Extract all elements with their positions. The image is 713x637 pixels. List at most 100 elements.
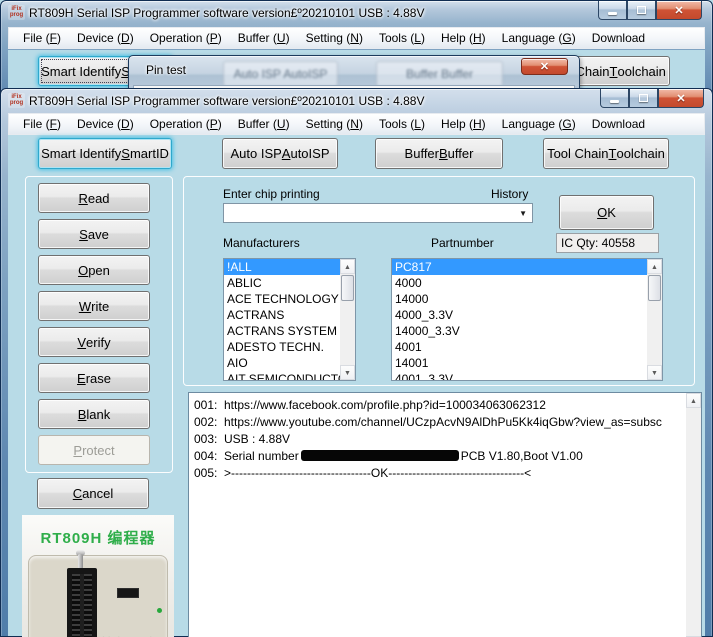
menu-item[interactable]: Help (H) bbox=[433, 114, 494, 134]
side-action-button[interactable]: Open bbox=[38, 255, 150, 285]
partnumber-items: PC817 4000 14000 4000_3.3V 14000_3.3V 4001 140… bbox=[392, 259, 647, 380]
partnumber-listbox[interactable]: PC817 4000 14000 4000_3.3V 14000_3.3V 4001 140… bbox=[391, 258, 663, 381]
buffer-button[interactable]: Buffer Buffer bbox=[375, 138, 503, 169]
zif-slot bbox=[80, 574, 84, 637]
list-item[interactable]: 14000_3.3V bbox=[392, 323, 647, 339]
menu-item[interactable]: Help (H) bbox=[433, 28, 494, 48]
menu-item[interactable]: Device (D) bbox=[69, 114, 142, 134]
list-item[interactable]: 4001 bbox=[392, 339, 647, 355]
device-photo: RT809H 编程器 Universal Programmer bbox=[22, 515, 174, 637]
log-line: 001: https://www.facebook.com/profile.php… bbox=[194, 397, 685, 414]
ok-button[interactable]: OK bbox=[559, 195, 654, 230]
log-scrollbar[interactable]: ▲ ▼ bbox=[686, 393, 701, 637]
side-action-button[interactable]: Save bbox=[38, 219, 150, 249]
scroll-up-icon[interactable]: ▲ bbox=[686, 393, 701, 408]
log-area[interactable]: 001: https://www.facebook.com/profile.php… bbox=[188, 392, 702, 637]
scroll-down-icon[interactable]: ▼ bbox=[647, 365, 662, 380]
ghost-buffer-button: Buffer Buffer bbox=[376, 61, 503, 87]
scrollbar-thumb[interactable] bbox=[341, 275, 354, 301]
list-item[interactable]: PC817 bbox=[392, 259, 647, 275]
list-item[interactable]: 14001 bbox=[392, 355, 647, 371]
history-label: History bbox=[491, 187, 529, 201]
scroll-up-icon[interactable]: ▲ bbox=[647, 259, 662, 274]
side-action-button[interactable]: Erase bbox=[38, 363, 150, 393]
list-item[interactable]: ACTRANS SYSTEM INC bbox=[224, 323, 340, 339]
side-button-group: Read Save Open Write Verify Erase Blank Protect bbox=[25, 176, 173, 473]
partnumber-label: Partnumber bbox=[431, 236, 494, 250]
list-item[interactable]: ADESTO TECHN. bbox=[224, 339, 340, 355]
manufacturers-listbox[interactable]: !ALL ABLIC ACE TECHNOLOGY ACTRANS ACTRANS SY… bbox=[223, 258, 356, 381]
menu-item[interactable]: Language (G) bbox=[494, 28, 584, 48]
list-item[interactable]: AIO bbox=[224, 355, 340, 371]
minimize-icon bbox=[608, 11, 617, 15]
app-icon-text: prog bbox=[9, 100, 24, 106]
manufacturers-label: Manufacturers bbox=[223, 236, 300, 250]
side-action-button[interactable]: Write bbox=[38, 291, 150, 321]
chevron-down-icon[interactable]: ▼ bbox=[519, 209, 527, 218]
log-line: 004: Serial number PCB V1.80,Boot V1.00 bbox=[194, 448, 685, 465]
manufacturers-scrollbar[interactable]: ▲ ▼ bbox=[340, 259, 355, 380]
menu-item[interactable]: File (F) bbox=[15, 28, 69, 48]
scroll-up-icon[interactable]: ▲ bbox=[340, 259, 355, 274]
maximize-button[interactable] bbox=[627, 1, 656, 20]
list-item[interactable]: !ALL bbox=[224, 259, 340, 275]
chip-search-combobox[interactable]: ▼ bbox=[223, 203, 533, 223]
list-item[interactable]: AIT SEMICONDUCTOR bbox=[224, 371, 340, 380]
menu-item[interactable]: Setting (N) bbox=[298, 114, 371, 134]
log-line-text: Serial number bbox=[224, 449, 299, 463]
ic-qty-field: IC Qty: 40558 bbox=[556, 233, 659, 253]
auto-isp-button[interactable]: Auto ISP AutoISP bbox=[222, 138, 338, 169]
scroll-down-icon[interactable]: ▼ bbox=[340, 365, 355, 380]
side-action-button[interactable]: Blank bbox=[38, 399, 150, 429]
smart-identify-button[interactable]: Smart Identify SmartID bbox=[38, 138, 172, 169]
window-title: RT809H Serial ISP Programmer software ve… bbox=[29, 6, 425, 20]
close-icon: ✕ bbox=[539, 61, 550, 73]
minimize-button[interactable] bbox=[600, 89, 629, 108]
programmer-device: Universal Programmer bbox=[28, 550, 168, 637]
partnumber-scrollbar[interactable]: ▲ ▼ bbox=[647, 259, 662, 380]
minimize-button[interactable] bbox=[598, 1, 627, 20]
menu-item[interactable]: Buffer (U) bbox=[230, 28, 298, 48]
list-item[interactable]: 14000 bbox=[392, 291, 647, 307]
menu-item[interactable]: Tools (L) bbox=[371, 28, 433, 48]
close-button[interactable]: ✕ bbox=[658, 89, 704, 108]
chip-printing-label: Enter chip printing bbox=[223, 187, 320, 201]
menu-item[interactable]: Operation (P) bbox=[142, 114, 230, 134]
list-item[interactable]: ABLIC bbox=[224, 275, 340, 291]
list-item[interactable]: 4000_3.3V bbox=[392, 307, 647, 323]
log-line-text: PCB V1.80,Boot V1.00 bbox=[460, 449, 583, 463]
menu-item[interactable]: File (F) bbox=[15, 114, 69, 134]
window-title: RT809H Serial ISP Programmer software ve… bbox=[29, 94, 425, 108]
log-line: 002: https://www.youtube.com/channel/UCzp… bbox=[194, 414, 685, 431]
menu-item[interactable]: Download bbox=[584, 114, 653, 134]
log-line-number: 002: bbox=[194, 415, 218, 429]
log-line-number: 003: bbox=[194, 432, 218, 446]
side-action-button[interactable]: Read bbox=[38, 183, 150, 213]
menu-item[interactable]: Language (G) bbox=[494, 114, 584, 134]
list-item[interactable]: 4001_3.3V bbox=[392, 371, 647, 380]
menu-item[interactable]: Tools (L) bbox=[371, 114, 433, 134]
menu-item[interactable]: Operation (P) bbox=[142, 28, 230, 48]
log-line-number: 001: bbox=[194, 398, 218, 412]
list-item[interactable]: ACTRANS bbox=[224, 307, 340, 323]
close-icon: ✕ bbox=[676, 92, 686, 105]
cancel-button[interactable]: Cancel bbox=[37, 478, 149, 509]
side-action-button[interactable]: Protect bbox=[38, 435, 150, 465]
main-titlebar: iFix prog RT809H Serial ISP Programmer s… bbox=[1, 89, 712, 113]
menu-item[interactable]: Setting (N) bbox=[298, 28, 371, 48]
tool-chain-button[interactable]: Tool Chain Toolchain bbox=[543, 138, 669, 169]
menu-item[interactable]: Device (D) bbox=[69, 28, 142, 48]
side-action-button[interactable]: Verify bbox=[38, 327, 150, 357]
chip-search-input[interactable] bbox=[224, 204, 532, 222]
list-item[interactable]: ACE TECHNOLOGY bbox=[224, 291, 340, 307]
maximize-icon bbox=[639, 94, 648, 102]
menu-item[interactable]: Buffer (U) bbox=[230, 114, 298, 134]
menu-item[interactable]: Download bbox=[584, 28, 653, 48]
list-item[interactable]: 4000 bbox=[392, 275, 647, 291]
close-button[interactable]: ✕ bbox=[656, 1, 702, 20]
dialog-close-button[interactable]: ✕ bbox=[521, 58, 568, 75]
minimize-icon bbox=[610, 99, 619, 103]
maximize-button[interactable] bbox=[629, 89, 658, 108]
scrollbar-thumb[interactable] bbox=[648, 275, 661, 301]
log-line: 005: >-----------------------------------… bbox=[194, 465, 685, 482]
